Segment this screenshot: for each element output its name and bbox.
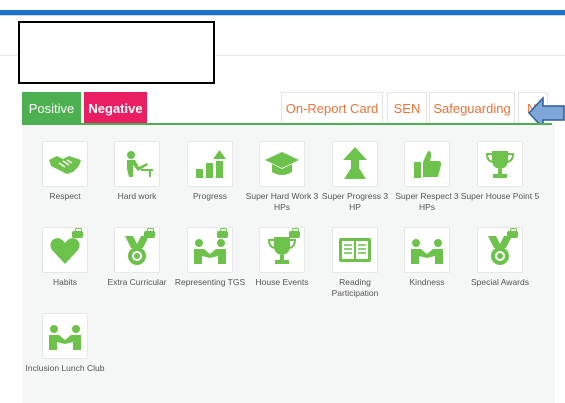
award-label: Special Awards [471, 277, 529, 287]
medal-icon [477, 227, 523, 273]
bar-chart-arrow-icon [187, 141, 233, 187]
award-hard-work[interactable]: Hard work [97, 141, 177, 202]
thumbs-up-icon [404, 141, 450, 187]
award-house-events[interactable]: House Events [242, 227, 322, 288]
award-label: Habits [52, 277, 78, 287]
award-extra-curricular[interactable]: Extra Curricular [97, 227, 177, 288]
up-arrow-icon [332, 141, 378, 187]
award-label: Progress [192, 191, 227, 201]
lock-badge-icon [507, 228, 518, 238]
heart-icon [42, 227, 88, 273]
handshake-people-icon [42, 313, 88, 359]
award-label: Hard work [117, 191, 157, 201]
medal-icon [114, 227, 160, 273]
award-label: Kindness [409, 277, 445, 287]
tab-sen[interactable]: SEN [387, 92, 427, 124]
award-respect[interactable]: Respect [25, 141, 105, 202]
trophy-icon [477, 141, 523, 187]
top-bar-shadow [0, 15, 565, 16]
student-desk-icon [114, 141, 160, 187]
tab-safeguarding[interactable]: Safeguarding [429, 92, 515, 124]
tab-negative[interactable]: Negative [84, 92, 147, 124]
award-super-hard-work[interactable]: Super Hard Work 3 HPs [242, 141, 322, 213]
award-super-respect[interactable]: Super Respect 3 HPs [387, 141, 467, 213]
award-label: Representing TGS [174, 277, 246, 287]
award-label: Super Progress 3 HP [321, 191, 389, 212]
lock-badge-icon [144, 228, 155, 238]
handshake-people-icon [187, 227, 233, 273]
redacted-box [18, 21, 215, 84]
award-inclusion-lunch-club[interactable]: Inclusion Lunch Club [25, 313, 105, 374]
tab-on-report-card[interactable]: On-Report Card [281, 92, 383, 124]
award-reading-participation[interactable]: Reading Participation [315, 227, 395, 299]
award-progress[interactable]: Progress [170, 141, 250, 202]
award-special-awards[interactable]: Special Awards [460, 227, 540, 288]
graduation-cap-icon [259, 141, 305, 187]
tab-positive[interactable]: Positive [22, 92, 81, 124]
award-label: Extra Curricular [107, 277, 167, 287]
award-label: Super House Point 5 [460, 191, 540, 201]
award-super-progress[interactable]: Super Progress 3 HP [315, 141, 395, 213]
award-label: Super Hard Work 3 HPs [245, 191, 319, 212]
award-label: Reading Participation [331, 277, 379, 298]
award-label: Super Respect 3 HPs [395, 191, 459, 212]
trophy-icon [259, 227, 305, 273]
award-kindness[interactable]: Kindness [387, 227, 467, 288]
handshake-icon [42, 141, 88, 187]
award-habits[interactable]: Habits [25, 227, 105, 288]
award-label: House Events [255, 277, 309, 287]
book-icon [332, 227, 378, 273]
lock-badge-icon [72, 228, 83, 238]
lock-badge-icon [217, 228, 228, 238]
award-label: Respect [49, 191, 81, 201]
award-super-house-point[interactable]: Super House Point 5 [460, 141, 540, 202]
award-representing-tgs[interactable]: Representing TGS [170, 227, 250, 288]
award-label: Inclusion Lunch Club [25, 363, 105, 373]
lock-badge-icon [289, 228, 300, 238]
handshake-people-icon [404, 227, 450, 273]
